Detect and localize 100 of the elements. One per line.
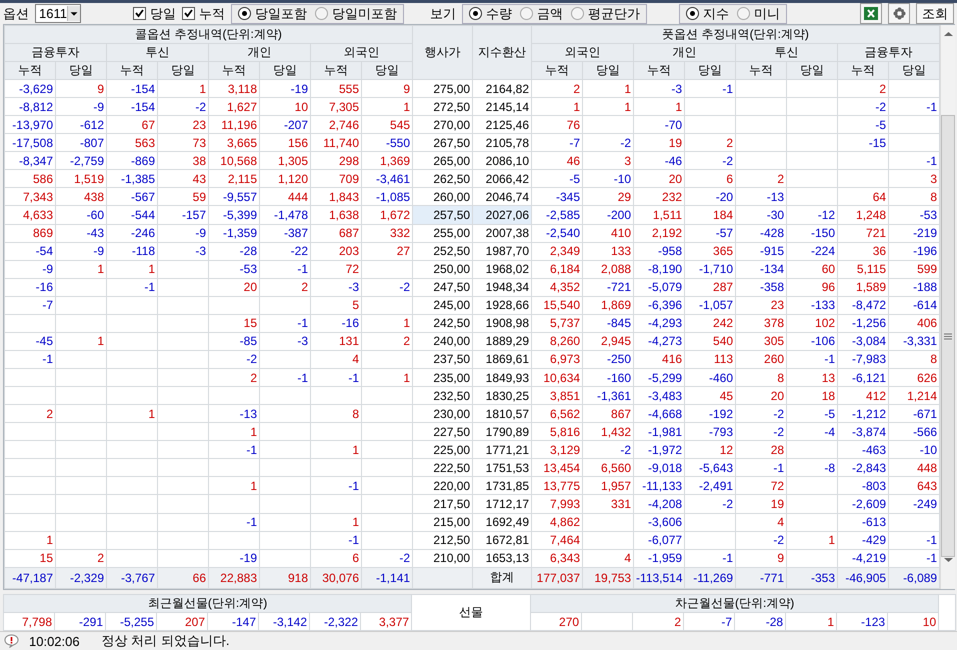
table-cell: -150 xyxy=(786,224,838,242)
table-cell: -45 xyxy=(4,332,56,350)
table-cell: -157 xyxy=(158,206,208,224)
radio-button[interactable]: 미니 xyxy=(737,4,780,22)
table-cell: 5,737 xyxy=(532,314,583,332)
table-cell: 869 xyxy=(4,224,56,242)
scroll-thumb[interactable] xyxy=(941,115,956,557)
table-cell: 45 xyxy=(684,386,736,405)
column-header: 당일 xyxy=(56,62,106,80)
table-cell: 46 xyxy=(532,152,583,170)
table-cell: 67 xyxy=(106,116,158,134)
table-cell: 22,883 xyxy=(208,567,260,588)
table-cell: 28 xyxy=(736,440,787,459)
table-cell xyxy=(208,531,260,550)
table-cell: -250 xyxy=(582,350,634,368)
table-cell xyxy=(310,494,362,513)
table-cell: 1889,29 xyxy=(472,332,532,350)
table-cell: 2007,38 xyxy=(472,224,532,242)
radio-button[interactable]: 평균단가 xyxy=(571,4,640,22)
excel-button[interactable] xyxy=(860,3,882,24)
table-cell: -869 xyxy=(106,152,158,170)
table-cell xyxy=(106,314,158,332)
table-cell: 1810,57 xyxy=(472,404,532,423)
table-cell: 242,50 xyxy=(412,314,473,332)
grip-icon xyxy=(944,332,952,340)
table-cell: 2 xyxy=(632,612,684,630)
table-cell xyxy=(362,386,413,405)
scrollbar[interactable] xyxy=(940,25,956,589)
table-cell: 2 xyxy=(684,134,736,152)
column-header: 당일 xyxy=(786,62,838,80)
table-cell: 1 xyxy=(532,98,583,116)
column-header: 금융투자 xyxy=(4,44,106,62)
table-cell: -3,874 xyxy=(838,422,889,441)
table-cell: 2164,82 xyxy=(472,80,532,98)
table-cell: -46 xyxy=(634,152,685,170)
table-cell xyxy=(56,458,106,477)
table-cell: -1 xyxy=(888,152,940,170)
table-cell: 1731,85 xyxy=(472,476,532,495)
table-cell: 19 xyxy=(736,494,787,513)
table-cell: -4,293 xyxy=(634,314,685,332)
table-cell xyxy=(158,296,208,314)
query-button[interactable]: 조회 xyxy=(916,3,954,24)
column-header: 누적 xyxy=(736,62,787,80)
option-label: 옵션 xyxy=(3,4,29,22)
table-cell: 8 xyxy=(310,404,362,423)
table-cell: 13,454 xyxy=(532,458,583,477)
column-header: 투신 xyxy=(106,44,208,62)
table-cell: -463 xyxy=(838,440,889,459)
table-cell: -1 xyxy=(310,531,362,550)
table-cell: -614 xyxy=(888,296,940,314)
table-cell: 245,00 xyxy=(412,296,473,314)
table-cell: 10 xyxy=(260,98,310,116)
table-cell: 15 xyxy=(208,314,260,332)
radio-button[interactable]: 금액 xyxy=(520,4,563,22)
table-cell: -1,256 xyxy=(838,314,889,332)
table-cell: 2086,10 xyxy=(472,152,532,170)
table-cell: -9 xyxy=(56,242,106,260)
table-cell: 4 xyxy=(310,350,362,368)
table-cell: -550 xyxy=(362,134,413,152)
table-cell: -544 xyxy=(106,206,158,224)
radio-button[interactable]: 수량 xyxy=(469,4,512,22)
table-cell: -428 xyxy=(736,224,787,242)
table-cell: -5 xyxy=(532,170,583,188)
total-label: 합계 xyxy=(472,567,532,588)
radio-button[interactable]: 지수 xyxy=(686,4,729,22)
table-cell: -2,843 xyxy=(838,458,889,477)
settings-button[interactable] xyxy=(888,3,910,24)
table-cell: -5,079 xyxy=(634,278,685,296)
table-cell xyxy=(106,350,158,368)
column-header: 당일 xyxy=(362,62,413,80)
table-cell: -2 xyxy=(362,278,413,296)
table-cell: 8 xyxy=(888,350,940,368)
table-cell: 215,00 xyxy=(412,513,473,532)
table-cell: -958 xyxy=(634,242,685,260)
table-cell: 113 xyxy=(684,350,736,368)
table-cell: 1,638 xyxy=(310,206,362,224)
table-cell xyxy=(260,386,310,405)
table-cell: 8 xyxy=(888,188,940,206)
table-cell xyxy=(4,422,56,441)
table-cell: 3 xyxy=(888,170,940,188)
table-cell: 2 xyxy=(260,278,310,296)
table-cell xyxy=(786,134,838,152)
table-cell: -16 xyxy=(4,278,56,296)
option-select[interactable]: 1611 xyxy=(35,4,81,23)
column-header: 당일 xyxy=(582,62,634,80)
table-cell: 1 xyxy=(56,332,106,350)
table-cell xyxy=(158,458,208,477)
table-cell: -4,668 xyxy=(634,404,685,423)
table-cell: 4 xyxy=(582,549,634,568)
row-header: 선물 xyxy=(412,594,531,630)
table-cell: 3,118 xyxy=(208,80,260,98)
checkbox[interactable]: 누적 xyxy=(182,4,225,22)
table-cell xyxy=(158,386,208,405)
table-cell: -460 xyxy=(684,368,736,387)
table-cell: 2125,46 xyxy=(472,116,532,134)
table-cell xyxy=(158,278,208,296)
table-cell xyxy=(158,494,208,513)
radio-button[interactable]: 당일포함 xyxy=(238,4,307,22)
checkbox[interactable]: 당일 xyxy=(133,4,176,22)
radio-button[interactable]: 당일미포함 xyxy=(315,4,397,22)
